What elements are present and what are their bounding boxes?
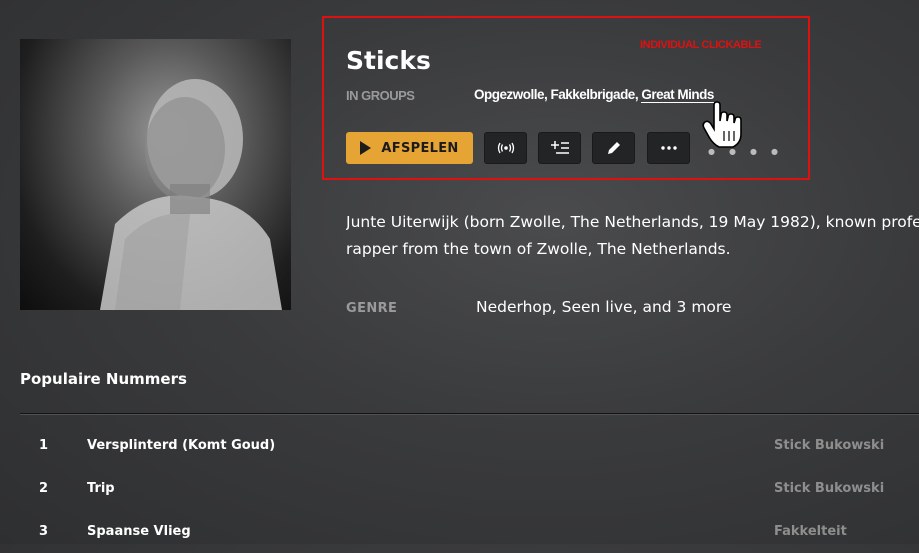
track-row[interactable]: 3 Spaanse Vlieg Fakkelteit xyxy=(20,510,919,553)
track-title[interactable]: Spaanse Vlieg xyxy=(87,524,191,539)
track-artist[interactable]: Stick Bukowski xyxy=(774,481,884,496)
genre-label: GENRE xyxy=(346,301,398,316)
track-number: 3 xyxy=(39,524,49,539)
genre-value[interactable]: Nederhop, Seen live, and 3 more xyxy=(476,298,731,316)
play-icon xyxy=(360,141,372,155)
hand-cursor-icon xyxy=(702,101,742,148)
edit-button[interactable] xyxy=(592,132,635,164)
popular-tracks-title: Populaire Nummers xyxy=(20,370,187,388)
play-button[interactable]: AFSPELEN xyxy=(346,132,473,164)
annotation-label: INDIVIDUAL CLICKABLE xyxy=(640,39,762,51)
track-row[interactable]: 2 Trip Stick Bukowski xyxy=(20,467,919,510)
more-button[interactable] xyxy=(647,132,690,164)
divider xyxy=(20,413,919,415)
artist-name: Sticks xyxy=(346,46,431,75)
track-artist[interactable]: Fakkelteit xyxy=(774,524,847,539)
artist-photo xyxy=(20,39,291,310)
more-icon xyxy=(660,146,677,150)
add-to-queue-button[interactable] xyxy=(538,132,581,164)
bio-line: rapper from the town of Zwolle, The Neth… xyxy=(346,240,731,258)
artist-bio: Junte Uiterwijk (born Zwolle, The Nether… xyxy=(346,209,919,263)
track-title[interactable]: Versplinterd (Komt Goud) xyxy=(87,438,275,453)
play-button-label: AFSPELEN xyxy=(381,140,459,156)
radio-icon xyxy=(497,142,514,154)
groups-list: Opgezwolle, Fakkelbrigade, Great Minds xyxy=(474,87,714,103)
radio-button[interactable] xyxy=(484,132,527,164)
pencil-icon xyxy=(607,142,620,154)
add-to-queue-icon xyxy=(550,141,569,154)
groups-label: IN GROUPS xyxy=(346,88,415,103)
group-link-fakkelbrigade[interactable]: Fakkelbrigade xyxy=(551,87,636,102)
track-number: 2 xyxy=(39,481,49,496)
bio-line: Junte Uiterwijk (born Zwolle, The Nether… xyxy=(346,213,919,231)
group-link-opgezwolle[interactable]: Opgezwolle xyxy=(474,87,545,102)
track-artist[interactable]: Stick Bukowski xyxy=(774,438,884,453)
track-number: 1 xyxy=(39,438,49,453)
dots-trail: ●●●● xyxy=(708,147,792,156)
track-row[interactable]: 1 Versplinterd (Komt Goud) Stick Bukowsk… xyxy=(20,424,919,467)
track-title[interactable]: Trip xyxy=(87,481,115,496)
